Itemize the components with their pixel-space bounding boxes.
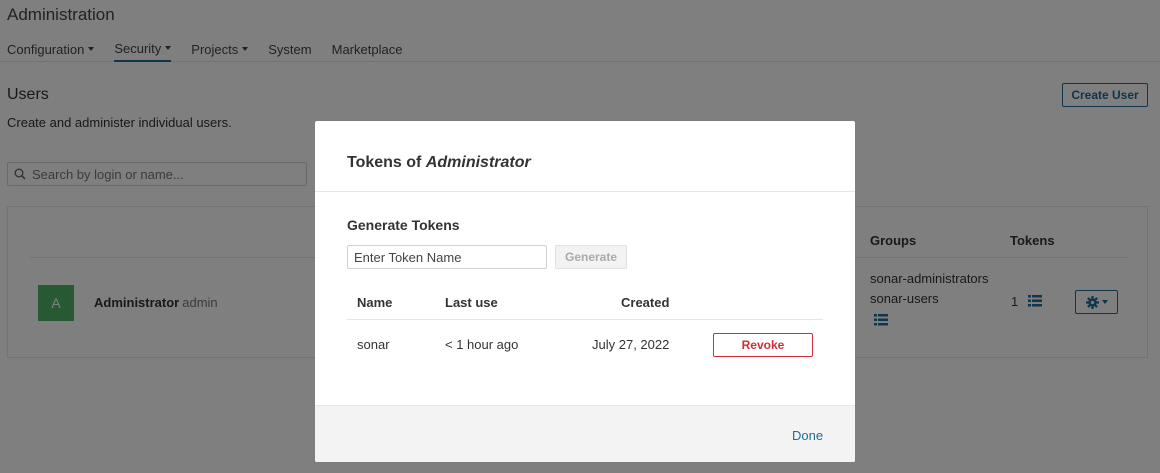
modal-title: Tokens of Administrator [347, 154, 531, 172]
token-name: sonar [357, 337, 390, 352]
done-link[interactable]: Done [792, 428, 823, 443]
column-header-name: Name [357, 295, 393, 310]
generate-button[interactable]: Generate [555, 245, 627, 269]
token-created: July 27, 2022 [592, 337, 670, 352]
table-divider [347, 319, 823, 320]
column-header-created: Created [621, 295, 670, 310]
modal-title-prefix: Tokens of [347, 154, 426, 171]
modal-header: Tokens of Administrator [315, 121, 855, 192]
token-last-use: < 1 hour ago [445, 337, 519, 352]
modal-title-user: Administrator [425, 154, 531, 171]
token-name-input[interactable] [347, 245, 547, 269]
revoke-button[interactable]: Revoke [713, 333, 813, 357]
column-header-last-use: Last use [445, 295, 498, 310]
tokens-modal: Tokens of Administrator Generate Tokens … [315, 121, 855, 462]
modal-footer: Done [315, 405, 855, 462]
generate-tokens-title: Generate Tokens [347, 217, 460, 233]
